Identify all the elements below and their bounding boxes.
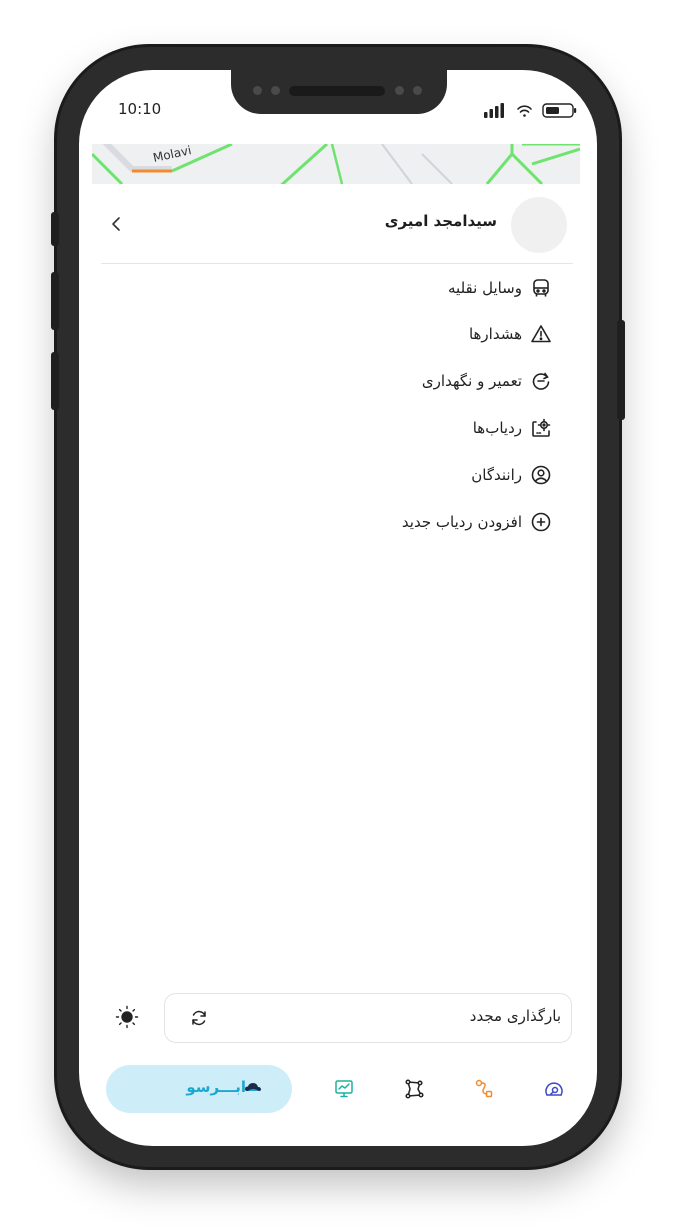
menu-item-alerts[interactable]: هشدارها — [469, 316, 552, 352]
reload-button[interactable]: بارگذاری مجدد — [164, 993, 572, 1043]
route-icon[interactable] — [402, 1077, 426, 1101]
maintenance-icon — [530, 370, 552, 392]
menu-label-alerts: هشدارها — [468, 325, 522, 343]
menu-label-trackers: ردیاب‌ها — [472, 419, 522, 437]
menu-label-maintenance: تعمیر و نگهداری — [421, 372, 522, 390]
status-time: 10:10 — [118, 100, 162, 118]
side-button-power — [617, 320, 625, 420]
warning-icon — [530, 323, 552, 345]
avatar[interactable] — [511, 197, 567, 253]
user-name: سیدامجد امیری — [384, 212, 497, 230]
menu-label-drivers: رانندگان — [471, 466, 522, 484]
side-button-volume-down — [51, 352, 59, 410]
sun-icon[interactable] — [114, 1004, 140, 1030]
brand-label: ابـــرسو — [186, 1078, 246, 1096]
signal-icon — [484, 103, 504, 118]
side-button-volume-up — [51, 272, 59, 330]
tracker-icon — [530, 417, 552, 439]
header-divider — [101, 263, 573, 264]
side-button-mute — [51, 212, 59, 246]
map-preview[interactable]: Molavi — [92, 144, 580, 184]
reload-label: بارگذاری مجدد — [469, 1007, 561, 1025]
menu-item-maintenance[interactable]: تعمیر و نگهداری — [422, 363, 552, 399]
chevron-left-icon[interactable] — [107, 214, 125, 234]
menu-label-vehicles: وسایل نقلیه — [448, 279, 522, 297]
menu-item-drivers[interactable]: رانندگان — [471, 457, 552, 493]
profile-header: سیدامجد امیری — [101, 196, 573, 260]
add-circle-icon — [530, 511, 552, 533]
presentation-icon[interactable] — [332, 1077, 356, 1101]
bottom-nav: ابـــرسو — [106, 1065, 576, 1113]
menu-item-vehicles[interactable]: وسایل نقلیه — [448, 270, 552, 306]
menu-label-add-tracker: افزودن ردیاب جدید — [401, 513, 522, 531]
status-icons — [484, 101, 580, 119]
tracking-icon[interactable] — [472, 1077, 496, 1101]
brand-home-button[interactable]: ابـــرسو — [106, 1065, 292, 1113]
menu-item-add-tracker[interactable]: افزودن ردیاب جدید — [402, 504, 552, 540]
dashboard-icon[interactable] — [542, 1077, 566, 1101]
battery-icon — [542, 103, 577, 118]
driver-icon — [530, 464, 552, 486]
refresh-icon — [189, 1008, 209, 1028]
bus-icon — [530, 277, 552, 299]
wifi-icon — [517, 105, 532, 117]
notch — [231, 70, 447, 114]
menu-item-trackers[interactable]: ردیاب‌ها — [473, 410, 552, 446]
